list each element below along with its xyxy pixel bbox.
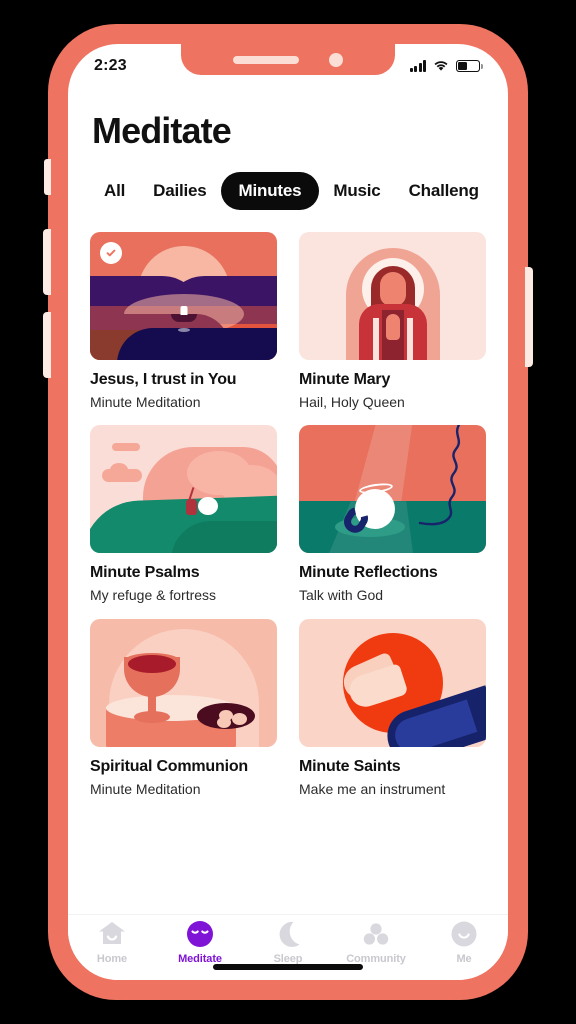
tab-challenges[interactable]: Challeng [395, 172, 493, 210]
cellular-signal-icon [409, 60, 426, 72]
page-title: Meditate [92, 110, 232, 151]
chalice-hosts-illustration[interactable] [90, 618, 277, 747]
meditation-card[interactable]: Minute Saints Make me an instrument [299, 618, 486, 798]
meditation-card-grid: Jesus, I trust in You Minute Meditation … [90, 232, 486, 798]
moon-icon [273, 919, 303, 949]
nav-item-meditate[interactable]: Meditate [160, 919, 240, 965]
nav-item-community[interactable]: Community [336, 919, 416, 965]
sunset-boat-illustration[interactable] [90, 232, 277, 360]
card-title: Spiritual Communion [90, 757, 248, 775]
smile-face-icon [449, 919, 479, 949]
card-subtitle: My refuge & fortress [90, 587, 217, 604]
card-title: Minute Reflections [299, 564, 438, 582]
meditation-card[interactable]: Jesus, I trust in You Minute Meditation [90, 232, 277, 411]
home-indicator[interactable] [213, 964, 363, 970]
wifi-icon [434, 61, 448, 71]
phone-cord-icon [418, 425, 461, 526]
bottom-navigation-bar: Home Meditate Sleep Community Me [68, 914, 508, 980]
earpiece-speaker [233, 55, 299, 64]
battery-icon [456, 60, 483, 72]
front-camera-icon [329, 52, 343, 67]
nav-item-me[interactable]: Me [424, 919, 504, 965]
tab-dailies[interactable]: Dailies [139, 172, 220, 210]
meditation-card[interactable]: Minute Mary Hail, Holy Queen [299, 232, 486, 411]
nav-label: Me [456, 953, 472, 965]
phone-frame: 2:23 Meditate All Dailies Minutes Music … [43, 24, 533, 1000]
power-button[interactable] [525, 267, 533, 367]
tab-all[interactable]: All [90, 172, 139, 210]
status-icons [409, 60, 483, 72]
shepherd-hills-illustration[interactable] [90, 425, 277, 554]
sheep-telephone-illustration[interactable] [299, 425, 486, 554]
card-title: Minute Mary [299, 371, 391, 388]
main-content: Meditate All Dailies Minutes Music Chall… [68, 88, 508, 914]
mute-switch-button[interactable] [44, 159, 51, 195]
card-subtitle: Hail, Holy Queen [299, 394, 405, 411]
status-time: 2:23 [94, 57, 127, 74]
praying-hands-illustration[interactable] [299, 618, 486, 747]
meditation-card[interactable]: Minute Reflections Talk with God [299, 425, 486, 604]
house-icon [97, 919, 127, 949]
volume-up-button[interactable] [43, 229, 51, 295]
meditation-card[interactable]: Spiritual Communion Minute Meditation [90, 618, 277, 798]
card-subtitle: Make me an instrument [299, 780, 446, 797]
card-title: Minute Psalms [90, 564, 200, 582]
meditation-card[interactable]: Minute Psalms My refuge & fortress [90, 425, 277, 604]
volume-down-button[interactable] [43, 312, 51, 378]
card-subtitle: Minute Meditation [90, 780, 201, 797]
phone-screen: 2:23 Meditate All Dailies Minutes Music … [68, 44, 508, 980]
check-icon [106, 249, 116, 257]
tab-music[interactable]: Music [319, 172, 394, 210]
nav-label: Home [96, 953, 128, 965]
people-dots-icon [361, 919, 391, 949]
card-subtitle: Talk with God [299, 587, 384, 604]
meditating-face-icon [185, 919, 215, 949]
virgin-mary-illustration[interactable] [299, 232, 486, 360]
nav-item-home[interactable]: Home [72, 919, 152, 965]
phone-notch [181, 44, 395, 75]
card-subtitle: Minute Meditation [90, 394, 201, 411]
card-title: Jesus, I trust in You [90, 371, 237, 388]
completed-check-badge [100, 242, 122, 264]
card-title: Minute Saints [299, 757, 401, 775]
tab-minutes[interactable]: Minutes [220, 172, 320, 210]
category-tab-row[interactable]: All Dailies Minutes Music Challeng [90, 172, 486, 210]
nav-item-sleep[interactable]: Sleep [248, 919, 328, 965]
